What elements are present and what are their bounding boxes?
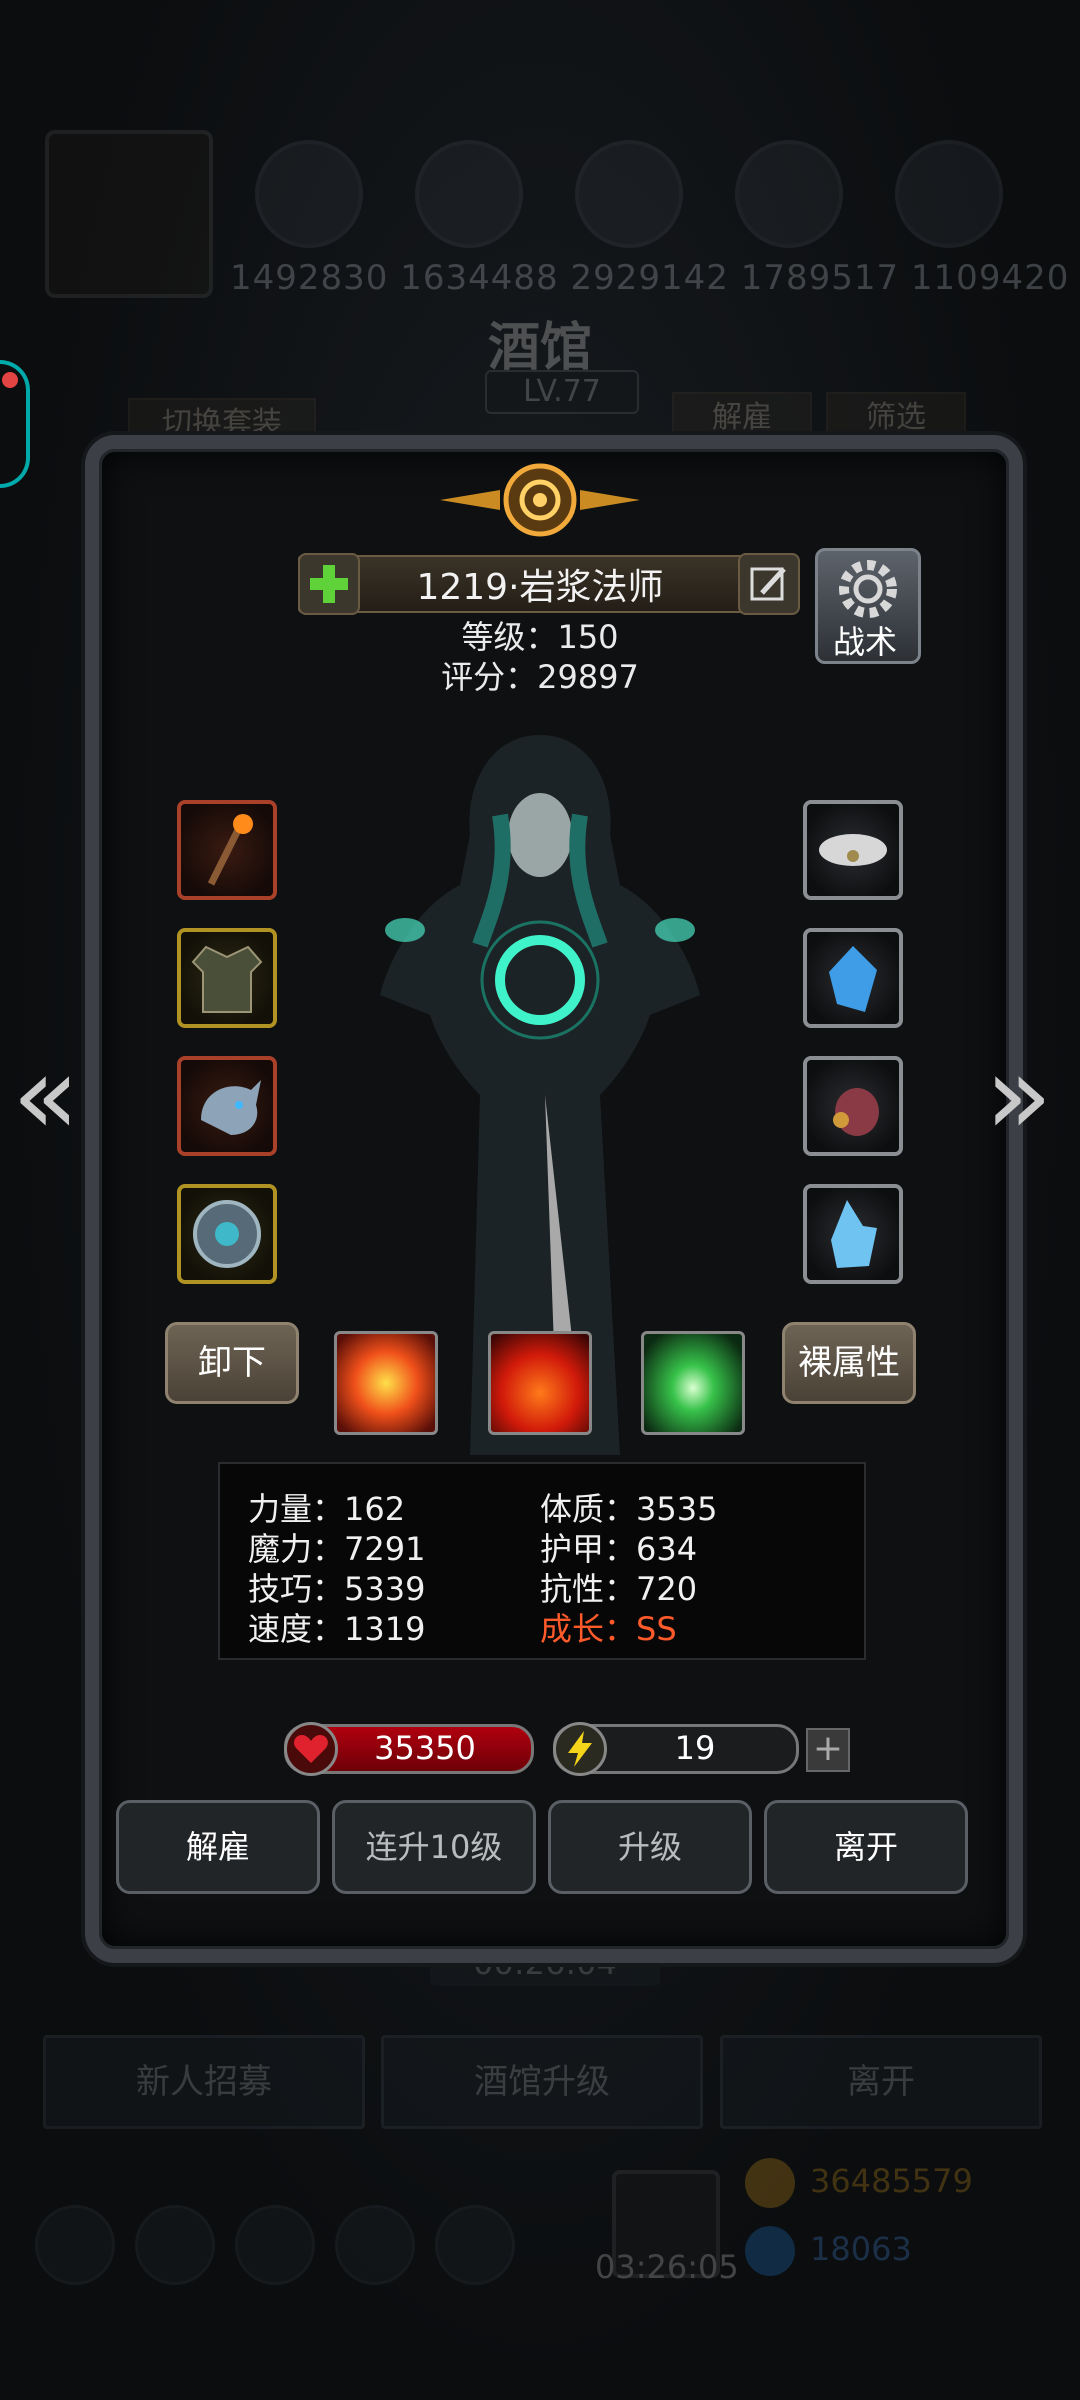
pouch-icon[interactable] (803, 1056, 903, 1156)
resource-icon (415, 140, 523, 248)
unequip-button[interactable]: 卸下 (165, 1322, 299, 1404)
attr-speed: 速度：1319 (248, 1610, 426, 1648)
tavern-upgrade-button[interactable]: 酒馆升级 (381, 2035, 703, 2129)
gem-value: 18063 (810, 2230, 912, 2268)
bottom-menu-icon[interactable] (435, 2205, 515, 2285)
dragon-helm-icon[interactable] (177, 1056, 277, 1156)
shield-icon[interactable] (177, 1184, 277, 1284)
bottom-menu-icon[interactable] (235, 2205, 315, 2285)
gem-icon (745, 2226, 795, 2276)
robe-icon[interactable] (177, 928, 277, 1028)
add-energy-button[interactable]: + (806, 1728, 850, 1772)
attr-growth: 成长：SS (540, 1610, 677, 1648)
green-light-icon[interactable] (641, 1331, 745, 1435)
tavern-level: LV.77 (485, 370, 639, 414)
resource-icon (575, 140, 683, 248)
gold-icon (745, 2158, 795, 2208)
level-up-10-button[interactable]: 连升10级 (332, 1800, 536, 1894)
next-hero-arrow[interactable]: » (985, 1040, 1052, 1150)
fire-burst-icon[interactable] (334, 1331, 438, 1435)
bottom-timer: 03:26:05 (595, 2248, 739, 2286)
emblem-icon (440, 463, 640, 537)
hp-value: 35350 (374, 1729, 476, 1767)
resource-icon (735, 140, 843, 248)
bg-leave-button[interactable]: 离开 (720, 2035, 1042, 2129)
recruit-button[interactable]: 新人招募 (43, 2035, 365, 2129)
cloud-ring-icon[interactable] (803, 800, 903, 900)
bottom-menu-icon[interactable] (335, 2205, 415, 2285)
dismiss-button[interactable]: 解雇 (116, 1800, 320, 1894)
staff-icon[interactable] (177, 800, 277, 900)
level-up-button[interactable]: 升级 (548, 1800, 752, 1894)
bottom-menu-icon[interactable] (135, 2205, 215, 2285)
lightning-icon (553, 1722, 607, 1776)
naked-attributes-button[interactable]: 裸属性 (782, 1322, 916, 1404)
resource-numbers: 1492830 1634488 2929142 1789517 1109420 (230, 258, 1070, 298)
hero-name: 1219·岩浆法师 (416, 567, 664, 608)
ice-shard-icon[interactable] (803, 1184, 903, 1284)
notification-dot (2, 372, 18, 388)
prev-hero-arrow[interactable]: « (12, 1040, 79, 1150)
leave-button[interactable]: 离开 (764, 1800, 968, 1894)
tavern-title: 酒馆 (487, 318, 592, 378)
flame-icon[interactable] (488, 1331, 592, 1435)
tavern-icon (45, 130, 213, 298)
bottom-menu-icon[interactable] (35, 2205, 115, 2285)
energy-value: 19 (674, 1729, 716, 1767)
resource-icon (895, 140, 1003, 248)
edit-icon (750, 567, 786, 601)
rename-button[interactable] (738, 553, 800, 615)
tactic-label: 战术 (832, 623, 897, 661)
resource-icon (255, 140, 363, 248)
gold-value: 36485579 (810, 2162, 973, 2200)
blue-crystal-icon[interactable] (803, 928, 903, 1028)
